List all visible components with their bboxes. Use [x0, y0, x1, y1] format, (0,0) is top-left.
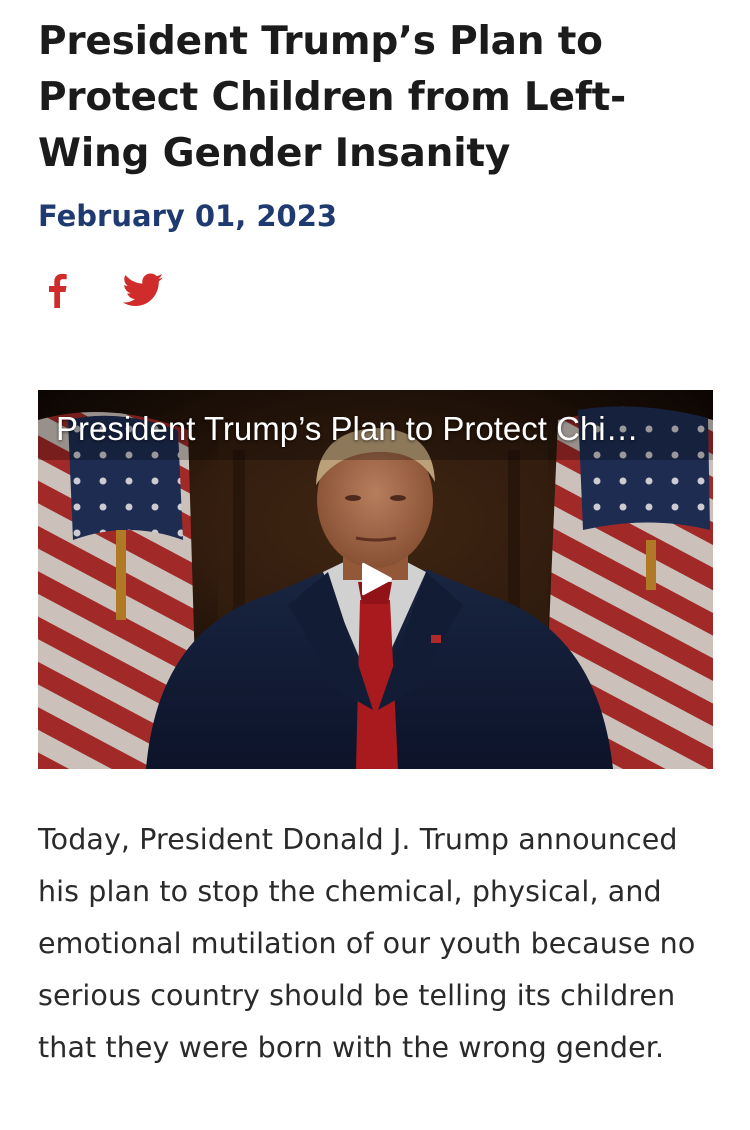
article-body: Today, President Donald J. Trump announc… [38, 823, 696, 1064]
share-bar [38, 268, 198, 312]
play-icon[interactable] [360, 560, 394, 598]
video-player[interactable]: President Trump’s Plan to Protect Chi… [38, 390, 713, 769]
facebook-icon [49, 273, 67, 308]
video-title: President Trump’s Plan to Protect Chi… [56, 410, 639, 447]
article-date: February 01, 2023 [38, 199, 338, 233]
article-headline: President Trump’s Plan to Protect Childr… [38, 19, 627, 176]
twitter-share-button[interactable] [120, 268, 166, 312]
article-page: President Trump’s Plan to Protect Childr… [0, 0, 750, 1130]
facebook-share-button[interactable] [38, 268, 78, 312]
twitter-icon [122, 273, 164, 306]
